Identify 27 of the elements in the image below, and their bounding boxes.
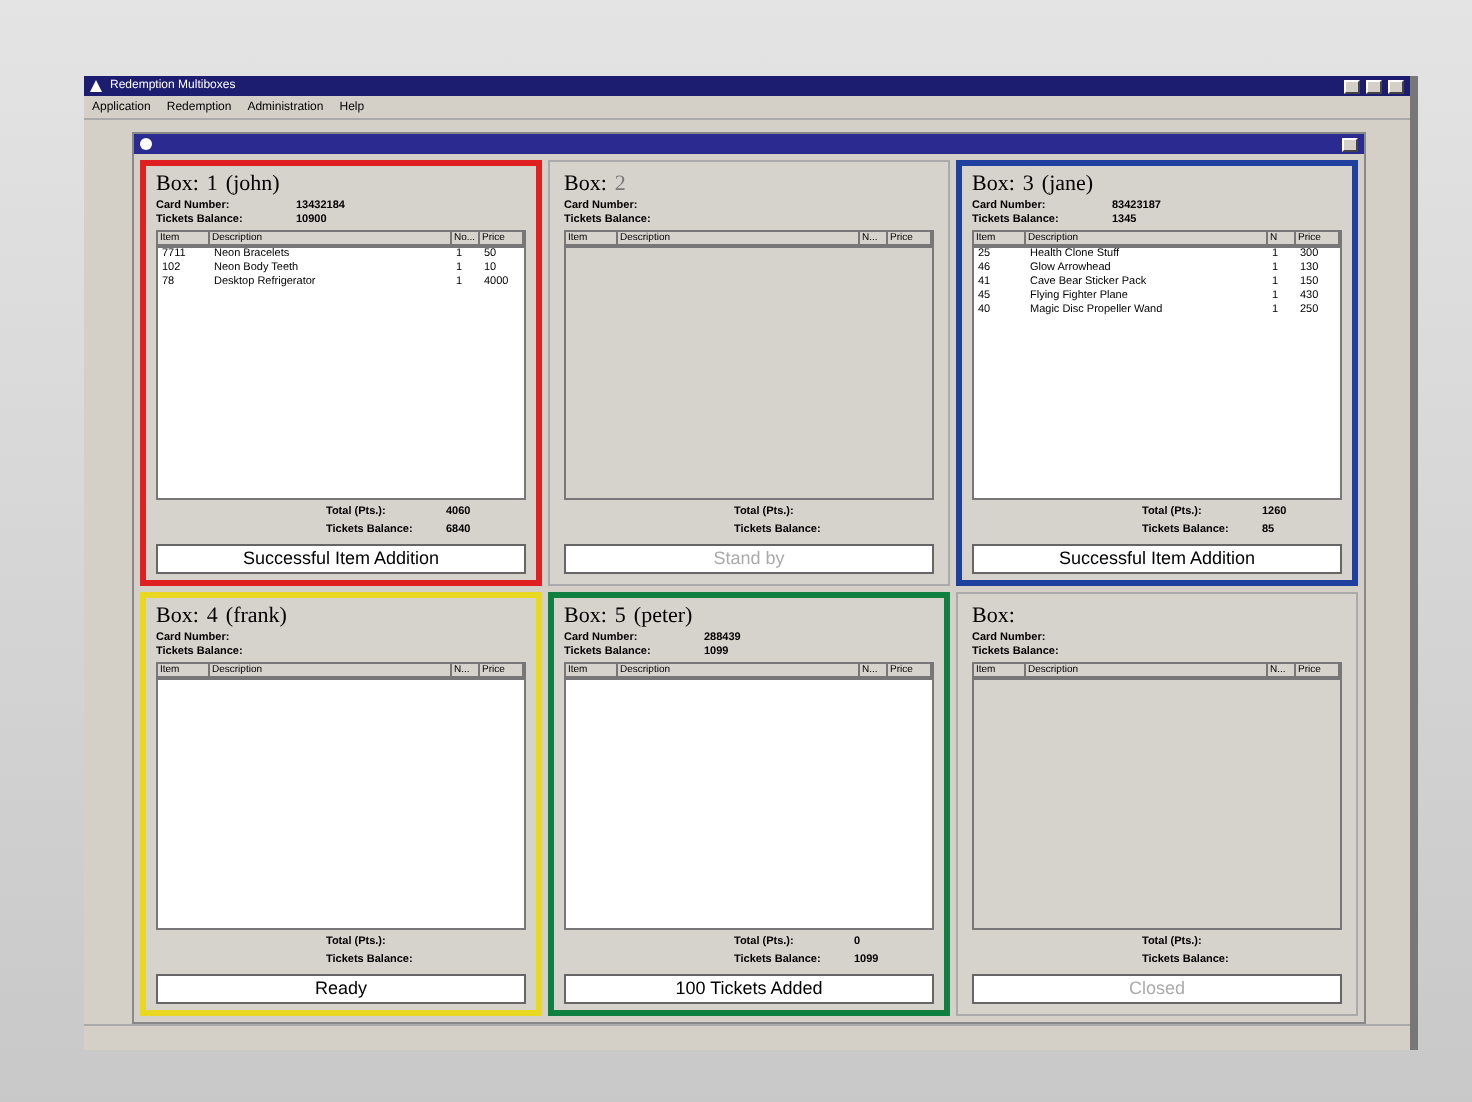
status-field: Ready xyxy=(156,974,526,1004)
minimize-button[interactable] xyxy=(1344,79,1360,93)
box-title: Box: xyxy=(156,172,199,196)
box-title: Box: xyxy=(972,603,1015,627)
box-title: Box: xyxy=(564,172,607,196)
box-title: Box: xyxy=(564,603,607,627)
window-icon xyxy=(140,138,152,150)
close-button[interactable] xyxy=(1388,79,1404,93)
box-owner: (john) xyxy=(225,172,280,196)
box-owner: (peter) xyxy=(633,603,693,627)
box-number: 5 xyxy=(614,603,626,627)
maximize-button[interactable] xyxy=(1366,79,1382,93)
box-owner: (frank) xyxy=(225,603,287,627)
status-field: 100 Tickets Added xyxy=(564,974,934,1004)
box-title: Box: xyxy=(156,603,199,627)
status-field: Successful Item Addition xyxy=(972,543,1342,573)
box-number: 4 xyxy=(206,603,218,627)
box-title: Box: xyxy=(972,172,1015,196)
status-field: Closed xyxy=(972,974,1342,1004)
box-number: 3 xyxy=(1022,172,1034,196)
close-button[interactable] xyxy=(1342,137,1358,151)
app-icon xyxy=(90,80,104,92)
box-number: 2 xyxy=(614,172,626,196)
box-owner: (jane) xyxy=(1041,172,1094,196)
status-field: Stand by xyxy=(564,543,934,573)
status-field: Successful Item Addition xyxy=(156,543,526,573)
box-number: 1 xyxy=(206,172,218,196)
